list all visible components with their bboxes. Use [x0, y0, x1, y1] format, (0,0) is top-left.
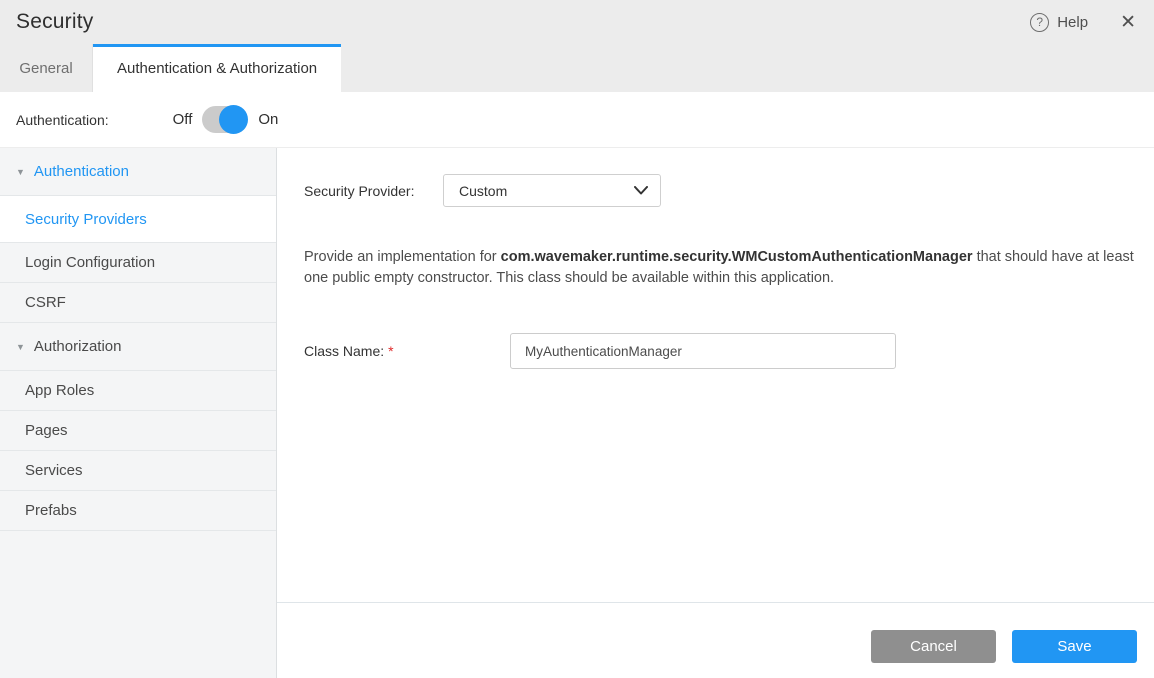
security-provider-row: Security Provider: Custom — [304, 174, 1136, 207]
footer-actions: Cancel Save — [277, 630, 1154, 678]
help-button[interactable]: ? Help — [1030, 13, 1088, 32]
authentication-toggle[interactable] — [202, 106, 246, 133]
sidebar-item-prefabs[interactable]: Prefabs — [0, 491, 276, 531]
security-provider-select[interactable]: Custom — [443, 174, 661, 207]
sidebar-section-label: Authorization — [34, 338, 122, 355]
description-class-name: com.wavemaker.runtime.security.WMCustomA… — [501, 249, 973, 265]
settings-sidebar: ▼ Authentication Security Providers Logi… — [0, 148, 277, 678]
sidebar-item-pages[interactable]: Pages — [0, 411, 276, 451]
footer-divider — [277, 602, 1154, 603]
toggle-knob — [219, 105, 248, 134]
sidebar-section-authentication[interactable]: ▼ Authentication — [0, 148, 276, 196]
sidebar-item-services[interactable]: Services — [0, 451, 276, 491]
close-icon[interactable]: ✕ — [1120, 13, 1136, 32]
main-panel: Security Provider: Custom Provide an imp… — [277, 148, 1154, 678]
toggle-off-label: Off — [173, 111, 193, 128]
security-dialog: Security ? Help ✕ General Authentication… — [0, 0, 1154, 678]
tab-authentication-authorization[interactable]: Authentication & Authorization — [93, 44, 341, 92]
sidebar-item-security-providers[interactable]: Security Providers — [0, 196, 276, 243]
dialog-header: Security ? Help ✕ — [0, 0, 1154, 44]
security-provider-value: Custom — [459, 183, 634, 199]
toggle-on-label: On — [258, 111, 278, 128]
help-question-icon: ? — [1030, 13, 1049, 32]
class-name-input[interactable] — [510, 333, 896, 369]
tab-bar: General Authentication & Authorization — [0, 44, 1154, 92]
page-title: Security — [16, 10, 93, 34]
sidebar-section-label: Authentication — [34, 163, 129, 180]
authentication-toggle-row: Authentication: Off On — [0, 92, 1154, 148]
sidebar-item-csrf[interactable]: CSRF — [0, 283, 276, 323]
save-button[interactable]: Save — [1012, 630, 1137, 663]
help-label: Help — [1057, 14, 1088, 31]
collapse-triangle-icon: ▼ — [16, 342, 25, 352]
sidebar-item-app-roles[interactable]: App Roles — [0, 371, 276, 411]
tab-general[interactable]: General — [0, 44, 93, 92]
description-prefix: Provide an implementation for — [304, 249, 501, 265]
required-asterisk: * — [388, 343, 393, 359]
collapse-triangle-icon: ▼ — [16, 167, 25, 177]
security-provider-label: Security Provider: — [304, 183, 443, 199]
class-name-row: Class Name:* — [304, 333, 1136, 369]
cancel-button[interactable]: Cancel — [871, 630, 996, 663]
chevron-down-icon — [634, 186, 648, 195]
sidebar-item-login-configuration[interactable]: Login Configuration — [0, 243, 276, 283]
authentication-label: Authentication: — [16, 112, 109, 128]
sidebar-section-authorization[interactable]: ▼ Authorization — [0, 323, 276, 371]
provider-description: Provide an implementation for com.wavema… — [304, 247, 1136, 289]
class-name-label: Class Name:* — [304, 343, 510, 359]
